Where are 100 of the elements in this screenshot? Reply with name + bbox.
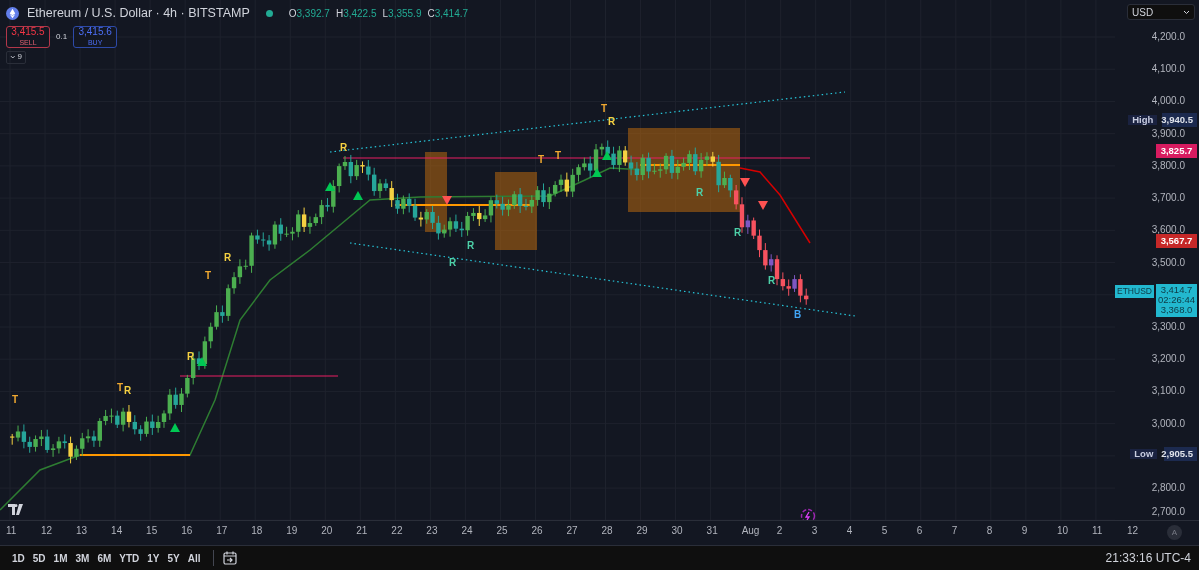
date-tick: 4 xyxy=(846,526,853,536)
range-button[interactable]: 1M xyxy=(49,550,72,566)
spread-value: 0.1 xyxy=(56,30,68,43)
price-tick: 4,000.0 xyxy=(1151,96,1185,107)
symbol-title[interactable]: Ethereum / U.S. Dollar · 4h · BITSTAMP xyxy=(27,4,250,23)
indicators-toggle[interactable]: 9 xyxy=(6,50,26,64)
date-tick: 17 xyxy=(216,526,228,536)
date-tick: 20 xyxy=(321,526,333,536)
ohlc-value: L3,355.9 xyxy=(382,6,422,21)
date-tick: 28 xyxy=(601,526,613,536)
price-tick: 2,700.0 xyxy=(1151,507,1185,517)
date-tick: 2 xyxy=(776,526,783,536)
date-tick: 18 xyxy=(251,526,263,536)
price-tick: 3,100.0 xyxy=(1151,386,1185,397)
date-tick: 3 xyxy=(811,526,818,536)
range-button[interactable]: 5D xyxy=(28,550,50,566)
price-badge: 3,567.7 xyxy=(1156,234,1197,248)
price-tick: 4,200.0 xyxy=(1151,32,1185,42)
price-tick: 3,500.0 xyxy=(1151,257,1185,268)
date-tick: 10 xyxy=(1056,526,1068,536)
price-tick: 3,800.0 xyxy=(1151,160,1185,171)
ohlc-value: O3,392.7 xyxy=(288,6,330,21)
price-label: High xyxy=(1128,115,1158,125)
date-tick: 15 xyxy=(146,526,158,536)
date-tick: 26 xyxy=(531,526,543,536)
signal-label: B xyxy=(794,310,802,320)
range-button[interactable]: YTD xyxy=(115,550,144,566)
signal-label: R xyxy=(467,241,475,251)
price-tick: 3,900.0 xyxy=(1151,128,1185,139)
signal-label: R xyxy=(696,188,704,198)
date-tick: 23 xyxy=(426,526,438,536)
price-tick: 3,000.0 xyxy=(1151,418,1185,429)
range-button[interactable]: 1Y xyxy=(143,550,164,566)
date-tick: 7 xyxy=(951,526,958,536)
currency-dropdown[interactable]: USD xyxy=(1127,4,1195,20)
up-triangle-icon xyxy=(170,423,180,432)
date-tick: 14 xyxy=(111,526,123,536)
price-tick: 3,200.0 xyxy=(1151,354,1185,365)
chevron-down-icon xyxy=(1183,9,1190,15)
ohlc-value: H3,422.5 xyxy=(335,6,377,21)
price-value: 3,414.7 xyxy=(1160,285,1193,295)
date-tick: 11 xyxy=(1091,526,1103,536)
range-button[interactable]: 5Y xyxy=(163,550,184,566)
up-triangle-icon xyxy=(353,191,363,200)
date-tick: 6 xyxy=(916,526,923,536)
signal-label: R xyxy=(224,253,232,263)
date-tick: 11 xyxy=(6,526,17,536)
date-tick: 12 xyxy=(1126,526,1139,536)
signal-label: R xyxy=(124,386,132,396)
price-value: 3,940.5 xyxy=(1160,115,1194,125)
date-tick: 9 xyxy=(1021,526,1028,536)
chevron-down-icon xyxy=(10,54,16,60)
date-tick: 5 xyxy=(881,526,888,536)
price-tick: 3,700.0 xyxy=(1151,193,1185,204)
up-triangle-icon xyxy=(197,357,207,366)
date-tick: 21 xyxy=(356,526,368,536)
date-tick: 29 xyxy=(636,526,648,536)
signal-label: T xyxy=(117,383,124,393)
signal-label: R xyxy=(734,228,742,238)
signal-label: T xyxy=(555,151,562,161)
date-tick: 13 xyxy=(76,526,88,536)
price-badge: 3,825.7 xyxy=(1156,144,1197,158)
signal-label: T xyxy=(12,395,19,405)
ethereum-logo-icon xyxy=(6,6,19,20)
price-tick: 2,800.0 xyxy=(1151,483,1185,494)
signal-label: R xyxy=(187,352,195,362)
date-tick: 30 xyxy=(671,526,683,536)
date-tick: 24 xyxy=(461,526,473,536)
signal-label: R xyxy=(340,143,348,153)
date-tick: 12 xyxy=(41,526,53,536)
signal-label: R xyxy=(449,258,457,268)
date-tick: 22 xyxy=(391,526,403,536)
clock-time: 21:33:16 UTC-4 xyxy=(1105,550,1191,567)
signal-label: T xyxy=(205,271,212,281)
price-badge: 3,368.0 xyxy=(1156,303,1197,317)
date-tick: 19 xyxy=(286,526,298,536)
range-button[interactable]: 3M xyxy=(71,550,94,566)
signal-label: T xyxy=(538,155,545,165)
down-triangle-icon xyxy=(442,196,452,205)
countdown-timer: 02:26:44 xyxy=(1158,295,1195,305)
range-button[interactable]: 6M xyxy=(93,550,116,566)
brand-logo-icon xyxy=(8,504,26,515)
date-tick: 27 xyxy=(566,526,578,536)
date-tick: 25 xyxy=(496,526,508,536)
price-value: 2,905.5 xyxy=(1160,449,1194,459)
up-triangle-icon xyxy=(325,182,335,191)
signal-label: R xyxy=(768,276,776,286)
price-tick: 4,100.0 xyxy=(1151,64,1185,75)
price-label: Low xyxy=(1130,449,1158,459)
range-button[interactable]: All xyxy=(183,550,205,566)
ohlc-value: C3,414.7 xyxy=(427,6,469,21)
down-triangle-icon xyxy=(740,178,750,187)
range-button[interactable]: 1D xyxy=(8,550,29,566)
signal-label: T xyxy=(601,104,608,114)
date-tick: Aug xyxy=(741,526,760,536)
date-tick: 8 xyxy=(986,526,993,536)
calendar-icon[interactable] xyxy=(221,550,238,566)
symbol-label: ETHUSD xyxy=(1115,285,1154,298)
signal-label: R xyxy=(608,117,616,127)
date-tick: 31 xyxy=(706,526,718,536)
